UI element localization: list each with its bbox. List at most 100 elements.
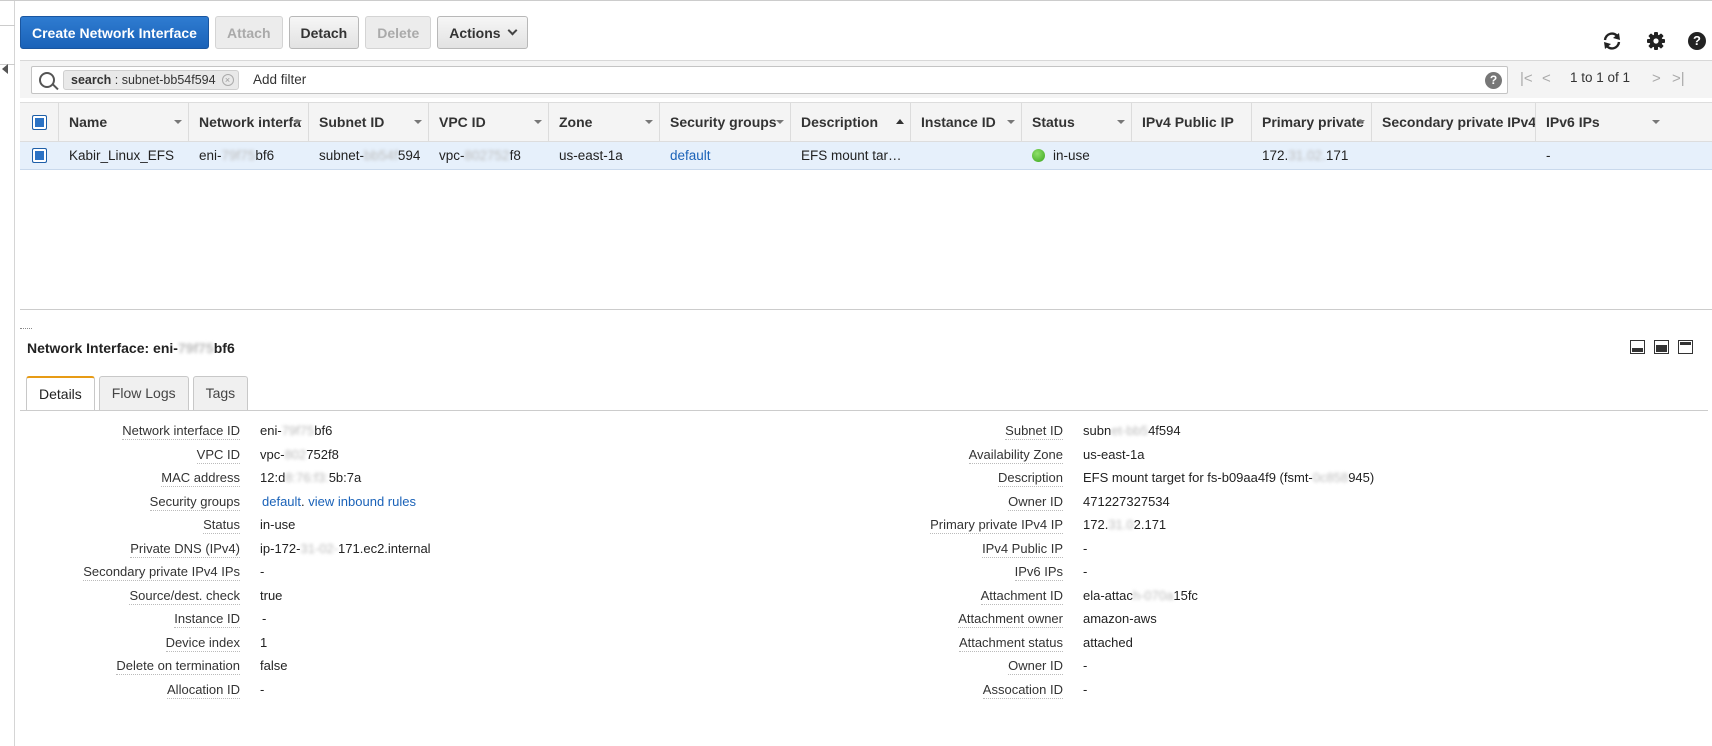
prop-value: 1 — [260, 634, 268, 650]
filter-help-icon[interactable]: ? — [1485, 72, 1502, 89]
col-ipv4-public-ip-label: IPv4 Public IP — [1142, 114, 1234, 130]
col-description[interactable]: Description — [791, 103, 911, 141]
value-prefix: vpc- — [260, 446, 285, 462]
row-checkbox[interactable] — [32, 148, 47, 163]
add-filter-placeholder[interactable]: Add filter — [253, 72, 306, 87]
col-secondary-private-ipv4-label: Secondary private IPv4 — [1382, 114, 1536, 130]
value-redacted: 31.0 — [1108, 517, 1134, 532]
col-ipv6-ips[interactable]: IPv6 IPs — [1536, 103, 1666, 141]
col-zone[interactable]: Zone — [549, 103, 660, 141]
col-subnet-id[interactable]: Subnet ID — [309, 103, 429, 141]
col-security-groups-label: Security groups — [670, 114, 777, 130]
prop-label: Private DNS (IPv4) — [130, 540, 240, 558]
attach-button[interactable]: Attach — [214, 16, 283, 49]
prop-value: 172.31.02.171 — [1083, 517, 1166, 532]
sort-icon — [1007, 120, 1015, 124]
gear-icon[interactable] — [1646, 31, 1666, 51]
pane-maximize-icon[interactable] — [1678, 340, 1693, 354]
table-row[interactable]: Kabir_Linux_EFS eni-79f75bf6 subnet-bb54… — [20, 142, 1712, 170]
prop-value: - — [260, 564, 265, 579]
filter-token[interactable]: search : subnet-bb54f594 × — [63, 70, 239, 90]
nav-collapse-handle[interactable] — [0, 25, 15, 74]
next-page-icon[interactable]: > — [1652, 70, 1661, 87]
col-instance-id[interactable]: Instance ID — [911, 103, 1022, 141]
last-page-icon[interactable]: >| — [1672, 70, 1685, 87]
prev-page-icon[interactable]: < — [1542, 70, 1551, 87]
col-security-groups[interactable]: Security groups — [660, 103, 791, 141]
cell-status: in-use — [1032, 142, 1090, 170]
cell-status-text: in-use — [1053, 148, 1090, 163]
cell-network-interface: eni-79f75bf6 — [199, 142, 274, 170]
table-header: Name Network interfa Subnet ID VPC ID Zo… — [20, 102, 1712, 142]
collapse-arrow-icon[interactable] — [2, 64, 8, 74]
select-all-checkbox[interactable] — [32, 115, 47, 130]
col-ipv4-public-ip[interactable]: IPv4 Public IP — [1132, 103, 1252, 141]
prop-label: Description — [997, 470, 1063, 487]
actions-dropdown-button[interactable]: Actions — [437, 16, 528, 49]
value-prefix: ela-attac — [1083, 587, 1133, 603]
value-redacted: 0c858 — [1312, 470, 1349, 485]
tab-details[interactable]: Details — [26, 376, 95, 411]
create-network-interface-button[interactable]: Create Network Interface — [20, 16, 209, 49]
prop-label: Attachment owner — [958, 611, 1063, 628]
prop-label: Owner ID — [1008, 658, 1063, 675]
help-icon[interactable]: ? — [1688, 32, 1706, 50]
remove-filter-icon[interactable]: × — [221, 74, 234, 86]
value-suffix: bf6 — [314, 423, 333, 438]
prop-label: Primary private IPv4 IP — [930, 517, 1063, 534]
security-group-link[interactable]: default — [262, 494, 301, 509]
value-redacted: 8:76:f3: — [285, 470, 329, 485]
sort-icon — [414, 120, 422, 124]
prop-value: - — [1083, 540, 1088, 556]
cell-eni-redacted: 79f75 — [221, 148, 256, 163]
prop-value: us-east-1a — [1083, 446, 1145, 462]
detach-button[interactable]: Detach — [288, 16, 360, 49]
prop-value: ela-attach-070a15fc — [1083, 588, 1198, 603]
instance-id-link[interactable]: - — [262, 611, 266, 626]
filter-bar: search : subnet-bb54f594 × Add filter ? … — [20, 60, 1712, 98]
col-name[interactable]: Name — [59, 103, 189, 141]
value-redacted: 802 — [284, 446, 307, 462]
cell-vpc-id: vpc-802752f8 — [439, 142, 521, 170]
col-status[interactable]: Status — [1022, 103, 1132, 141]
prop-label: Owner ID — [1008, 493, 1063, 511]
detail-title-redacted: 79f75 — [177, 340, 214, 356]
search-input[interactable]: search : subnet-bb54f594 × Add filter ? — [31, 66, 1508, 94]
pane-layout-controls — [1630, 340, 1700, 356]
value-prefix: eni- — [260, 423, 282, 438]
value-suffix: 4f594 — [1148, 423, 1181, 438]
value-suffix: 15fc — [1173, 587, 1198, 603]
prop-value: 471227327534 — [1083, 493, 1170, 509]
prop-label: Attachment status — [958, 634, 1063, 652]
cell-subnet-id: subnet-bb54f594 — [319, 142, 420, 170]
actions-label: Actions — [449, 24, 501, 41]
view-inbound-rules-link[interactable]: view inbound rules — [308, 494, 416, 509]
tab-flow-logs[interactable]: Flow Logs — [98, 376, 189, 410]
value-redacted: 79f75 — [281, 423, 315, 438]
col-secondary-private-ipv4[interactable]: Secondary private IPv4 — [1372, 103, 1536, 141]
prop-value: amazon-aws — [1083, 611, 1157, 626]
col-primary-private[interactable]: Primary private — [1252, 103, 1372, 141]
pane-split-icon[interactable] — [1654, 340, 1669, 354]
prop-value: true — [260, 587, 283, 603]
col-network-interface[interactable]: Network interfa — [189, 103, 309, 141]
tab-tags[interactable]: Tags — [192, 376, 249, 410]
prop-value: in-use — [260, 517, 296, 532]
value-prefix: subn — [1083, 423, 1112, 438]
value-prefix: 172. — [1083, 517, 1109, 532]
prop-value: - — [1083, 564, 1088, 579]
pane-resize-handle[interactable] — [20, 328, 32, 332]
sort-icon — [645, 120, 653, 124]
cell-subnet-suffix: 594 — [397, 148, 421, 163]
prop-value: attached — [1083, 634, 1133, 650]
delete-button[interactable]: Delete — [365, 16, 432, 49]
cell-name: Kabir_Linux_EFS — [69, 148, 175, 163]
pane-minimize-icon[interactable] — [1630, 340, 1645, 354]
col-vpc-id[interactable]: VPC ID — [429, 103, 549, 141]
first-page-icon[interactable]: |< — [1520, 70, 1533, 87]
cell-security-group-link[interactable]: default — [670, 142, 711, 170]
value-redacted: h-070a — [1132, 587, 1174, 603]
detail-tabs: Details Flow Logs Tags — [26, 376, 249, 411]
value-suffix: 5b:7a — [328, 470, 362, 485]
refresh-icon[interactable] — [1602, 31, 1622, 51]
